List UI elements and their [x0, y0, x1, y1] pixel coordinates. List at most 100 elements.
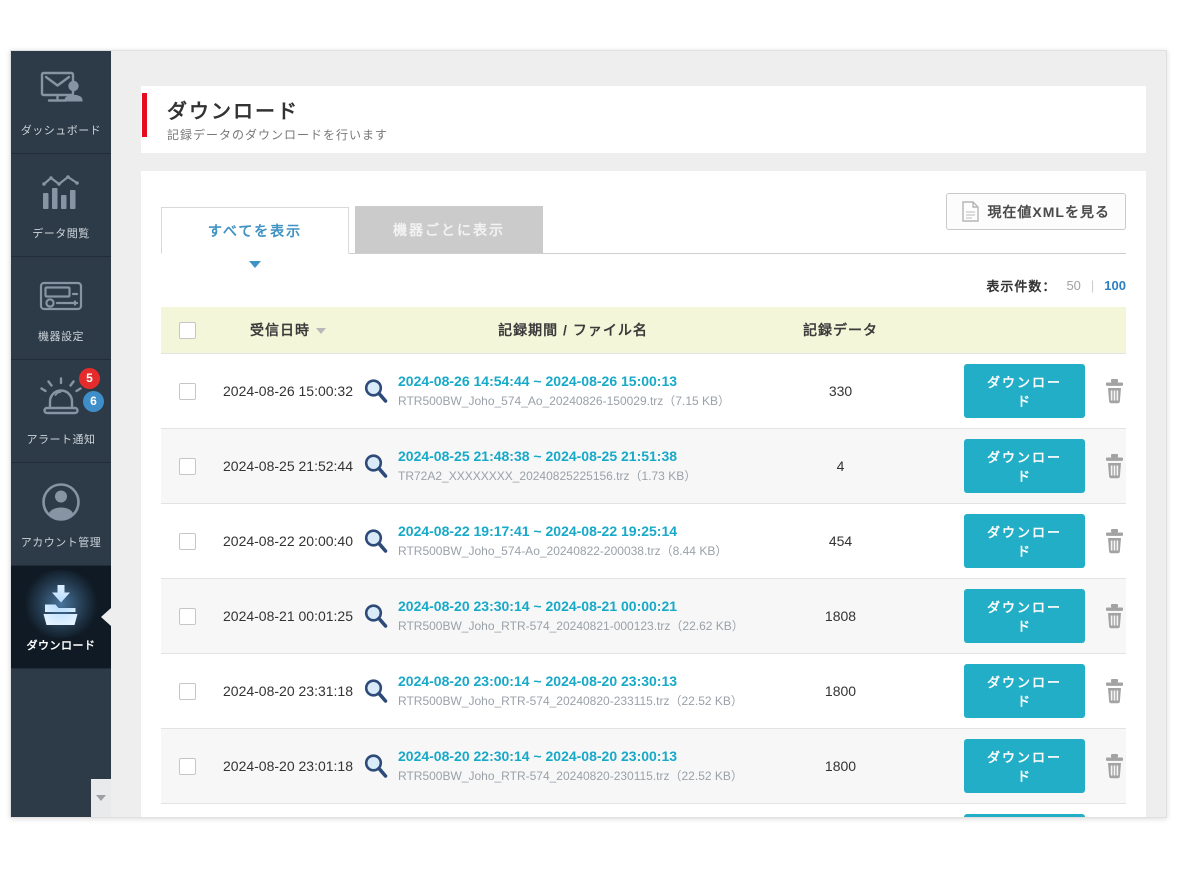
- display-count-50[interactable]: 50: [1066, 278, 1080, 293]
- row-checkbox[interactable]: [179, 383, 196, 400]
- header-record-period-filename: 記録期間 / ファイル名: [363, 320, 783, 340]
- record-period-link[interactable]: 2024-08-22 19:17:41 ~ 2024-08-22 19:25:1…: [398, 523, 783, 539]
- record-period-link[interactable]: 2024-08-20 22:30:14 ~ 2024-08-20 23:00:1…: [398, 748, 783, 764]
- notification-badge: 6: [83, 391, 104, 412]
- siren-icon: 56: [35, 376, 87, 422]
- sidebar-item-label: データ閲覧: [32, 225, 90, 241]
- sidebar-item-account[interactable]: アカウント管理: [11, 463, 111, 566]
- trash-icon[interactable]: [1103, 528, 1126, 555]
- download-table: 受信日時 記録期間 / ファイル名 記録データ 2024-08-26 15:00…: [161, 307, 1126, 818]
- trash-icon[interactable]: [1103, 678, 1126, 705]
- received-datetime: 2024-08-20 23:31:18: [213, 683, 363, 699]
- magnifier-icon[interactable]: [363, 453, 389, 479]
- row-checkbox[interactable]: [179, 608, 196, 625]
- download-button[interactable]: ダウンロード: [964, 739, 1085, 793]
- trash-icon[interactable]: [1103, 378, 1126, 405]
- sidebar-scrollbar[interactable]: [91, 779, 111, 817]
- page-subtitle: 記録データのダウンロードを行います: [167, 126, 388, 143]
- record-period-link[interactable]: 2024-08-26 14:54:44 ~ 2024-08-26 15:00:1…: [398, 373, 783, 389]
- user-icon: [35, 479, 87, 525]
- display-count-100[interactable]: 100: [1104, 278, 1126, 293]
- tab-label: 機器ごとに表示: [393, 220, 505, 240]
- record-period-link[interactable]: 2024-08-20 23:00:14 ~ 2024-08-20 23:30:1…: [398, 673, 783, 689]
- display-count-label: 表示件数：: [986, 276, 1056, 295]
- row-checkbox[interactable]: [179, 683, 196, 700]
- display-count-control: 表示件数： 50 | 100: [161, 276, 1126, 295]
- chart-icon: [35, 170, 87, 216]
- sort-desc-icon[interactable]: [316, 328, 326, 334]
- record-count: 1808: [783, 608, 898, 624]
- xml-file-icon: [962, 201, 979, 222]
- magnifier-icon[interactable]: [363, 378, 389, 404]
- table-header-row: 受信日時 記録期間 / ファイル名 記録データ: [161, 307, 1126, 353]
- row-checkbox[interactable]: [179, 758, 196, 775]
- sidebar-item-label: 機器設定: [38, 328, 84, 344]
- record-count: 1800: [783, 758, 898, 774]
- table-row: 2024-08-26 15:00:32 2024-08-26 14:54:44 …: [161, 353, 1126, 428]
- sidebar-item-label: ダウンロード: [27, 637, 96, 653]
- download-button[interactable]: ダウンロード: [964, 514, 1085, 568]
- dashboard-icon: [35, 67, 87, 113]
- tab-show-all[interactable]: すべてを表示: [161, 207, 349, 254]
- sidebar-item-label: アカウント管理: [21, 534, 102, 550]
- magnifier-icon[interactable]: [363, 528, 389, 554]
- main-content: ダウンロード 記録データのダウンロードを行います 現在値XMLを見る すべてを表…: [111, 51, 1166, 817]
- download-button[interactable]: ダウンロード: [964, 814, 1085, 818]
- row-checkbox[interactable]: [179, 458, 196, 475]
- magnifier-icon[interactable]: [363, 753, 389, 779]
- sidebar-item-download[interactable]: ダウンロード: [11, 566, 111, 669]
- trash-icon[interactable]: [1103, 753, 1126, 780]
- header-record-count: 記録データ: [783, 320, 898, 340]
- record-period-link[interactable]: 2024-08-25 21:48:38 ~ 2024-08-25 21:51:3…: [398, 448, 783, 464]
- download-button[interactable]: ダウンロード: [964, 364, 1085, 418]
- table-row: 2024-08-22 20:00:40 2024-08-22 19:17:41 …: [161, 503, 1126, 578]
- file-name: RTR500BW_Joho_RTR-574_20240820-230115.tr…: [398, 767, 783, 785]
- file-name: RTR500BW_Joho_574_Ao_20240826-150029.trz…: [398, 392, 783, 410]
- record-count: 1800: [783, 683, 898, 699]
- table-row: 2024-08-25 21:52:44 2024-08-25 21:48:38 …: [161, 428, 1126, 503]
- sidebar-item-alerts[interactable]: 56 アラート通知: [11, 360, 111, 463]
- page-title: ダウンロード: [167, 95, 299, 124]
- xml-button-label: 現在値XMLを見る: [987, 202, 1110, 222]
- record-count: 4: [783, 458, 898, 474]
- header-received[interactable]: 受信日時: [213, 320, 363, 340]
- received-datetime: 2024-08-25 21:52:44: [213, 458, 363, 474]
- download-panel: 現在値XMLを見る すべてを表示 機器ごとに表示 表示件数： 50 | 100: [141, 171, 1146, 818]
- row-checkbox[interactable]: [179, 533, 196, 550]
- trash-icon[interactable]: [1103, 603, 1126, 630]
- accent-bar: [142, 93, 147, 137]
- notification-badge: 5: [79, 368, 100, 389]
- record-period-link[interactable]: 2024-08-20 23:30:14 ~ 2024-08-21 00:00:2…: [398, 598, 783, 614]
- file-name: TR72A2_XXXXXXXX_20240825225156.trz（1.73 …: [398, 467, 783, 485]
- scroll-down-icon[interactable]: [96, 795, 106, 801]
- sidebar-item-dashboard[interactable]: ダッシュボード: [11, 51, 111, 154]
- received-datetime: 2024-08-22 20:00:40: [213, 533, 363, 549]
- divider: |: [1091, 278, 1094, 293]
- header-received-label: 受信日時: [250, 322, 310, 338]
- page-header: ダウンロード 記録データのダウンロードを行います: [141, 86, 1146, 153]
- file-name: RTR500BW_Joho_RTR-574_20240821-000123.tr…: [398, 617, 783, 635]
- sidebar-item-label: アラート通知: [27, 431, 96, 447]
- trash-icon[interactable]: [1103, 453, 1126, 480]
- view-current-xml-button[interactable]: 現在値XMLを見る: [946, 193, 1126, 230]
- tab-show-by-device[interactable]: 機器ごとに表示: [355, 206, 543, 253]
- download-button[interactable]: ダウンロード: [964, 664, 1085, 718]
- table-row: 2024-08-20 23:01:18 2024-08-20 22:30:14 …: [161, 728, 1126, 803]
- tab-label: すべてを表示: [208, 221, 302, 241]
- magnifier-icon[interactable]: [363, 678, 389, 704]
- record-count: 454: [783, 533, 898, 549]
- received-datetime: 2024-08-20 23:01:18: [213, 758, 363, 774]
- table-row: 2024-08-20 23:31:18 2024-08-20 23:00:14 …: [161, 653, 1126, 728]
- device-icon: [35, 273, 87, 319]
- download-button[interactable]: ダウンロード: [964, 439, 1085, 493]
- app-window: ダッシュボード データ閲覧 機器設定 56 アラート通知 アカウント管理 ダウン…: [10, 50, 1167, 818]
- received-datetime: 2024-08-26 15:00:32: [213, 383, 363, 399]
- sidebar-item-label: ダッシュボード: [21, 122, 102, 138]
- sidebar-item-device-settings[interactable]: 機器設定: [11, 257, 111, 360]
- select-all-checkbox[interactable]: [179, 322, 196, 339]
- magnifier-icon[interactable]: [363, 603, 389, 629]
- download-button[interactable]: ダウンロード: [964, 589, 1085, 643]
- sidebar-item-data-view[interactable]: データ閲覧: [11, 154, 111, 257]
- table-row: 2024-08-21 00:01:25 2024-08-20 23:30:14 …: [161, 578, 1126, 653]
- file-name: RTR500BW_Joho_RTR-574_20240820-233115.tr…: [398, 692, 783, 710]
